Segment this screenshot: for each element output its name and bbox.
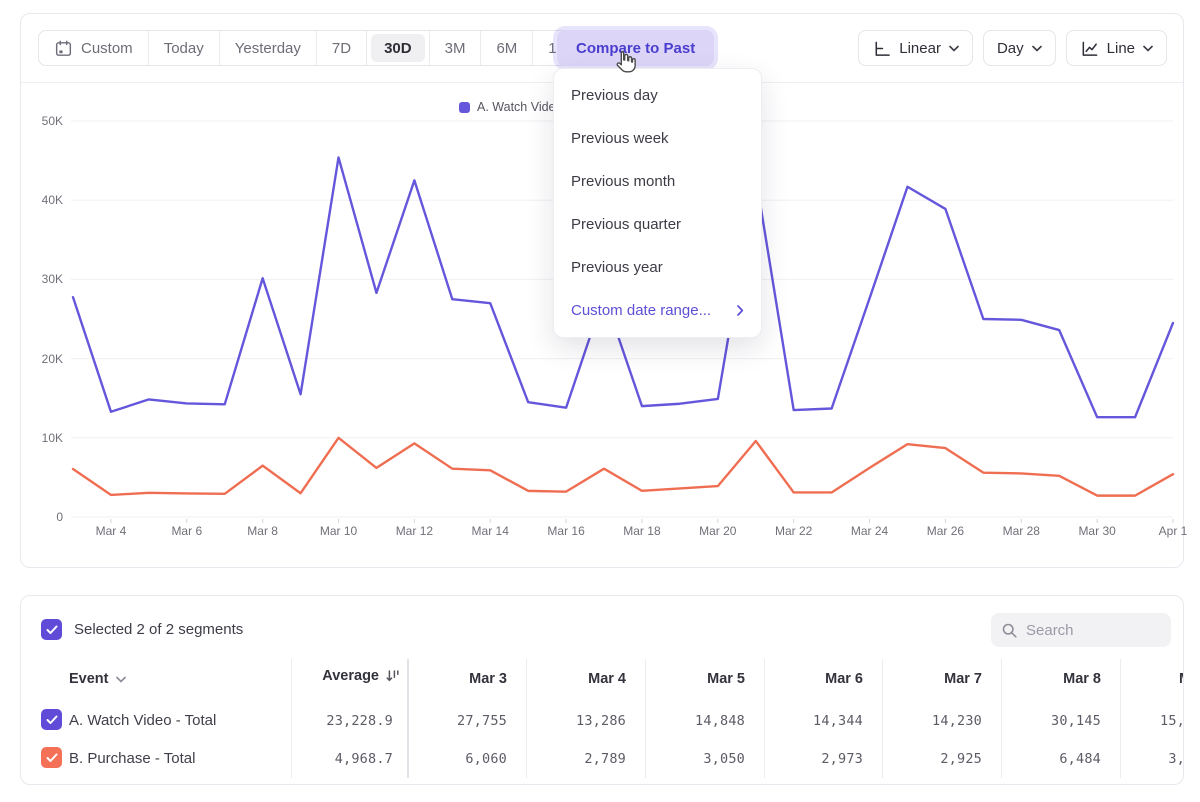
cell-value: 2,973 — [753, 751, 863, 767]
segments-panel: Selected 2 of 2 segments Event Average Mar… — [20, 595, 1184, 785]
date-column-header: Mar 4 — [516, 671, 626, 689]
event-column-header[interactable]: Event — [69, 671, 126, 687]
search-icon — [1001, 622, 1018, 639]
x-axis-tick-label: Mar 20 — [690, 524, 746, 538]
cell-value: 30,145 — [991, 713, 1101, 729]
check-icon — [46, 715, 58, 725]
x-axis-tick-label: Mar 26 — [917, 524, 973, 538]
cell-value-clipped: 15, — [1121, 713, 1184, 729]
date-column-header: Mar 6 — [753, 671, 863, 689]
x-axis-tick-label: Mar 14 — [462, 524, 518, 538]
chevron-down-icon — [116, 676, 126, 683]
menu-item-previous-day[interactable]: Previous day — [554, 74, 761, 117]
average-value: 23,228.9 — [253, 713, 393, 729]
x-axis-tick-label: Mar 12 — [386, 524, 442, 538]
x-axis-tick-label: Mar 16 — [538, 524, 594, 538]
cell-value: 14,848 — [635, 713, 745, 729]
y-axis-tick-label: 0 — [21, 509, 63, 525]
y-axis-tick-label: 30K — [21, 271, 63, 287]
chevron-right-icon — [737, 305, 744, 316]
legend-swatch — [459, 102, 470, 113]
x-axis-tick-label: Mar 22 — [766, 524, 822, 538]
menu-item-previous-month[interactable]: Previous month — [554, 160, 761, 203]
select-all-row: Selected 2 of 2 segments — [41, 619, 243, 640]
y-axis-tick-label: 10K — [21, 430, 63, 446]
x-axis-tick-label: Apr 1 — [1145, 524, 1200, 538]
segment-checkbox[interactable] — [41, 747, 62, 768]
x-axis-tick-label: Mar 28 — [993, 524, 1049, 538]
select-all-checkbox[interactable] — [41, 619, 62, 640]
check-icon — [46, 625, 58, 635]
x-axis-tick-label: Mar 10 — [311, 524, 367, 538]
cell-value: 3,050 — [635, 751, 745, 767]
x-axis-tick-label: Mar 24 — [842, 524, 898, 538]
cell-value: 6,060 — [397, 751, 507, 767]
cell-value: 13,286 — [516, 713, 626, 729]
search-input[interactable] — [1026, 622, 1156, 639]
average-column-header[interactable]: Average — [261, 668, 401, 684]
cell-value: 6,484 — [991, 751, 1101, 767]
segment-checkbox[interactable] — [41, 709, 62, 730]
selected-summary: Selected 2 of 2 segments — [74, 621, 243, 638]
x-axis-tick-label: Mar 6 — [159, 524, 215, 538]
compare-to-past-menu: Previous dayPrevious weekPrevious monthP… — [553, 68, 762, 338]
date-column-header: Mar 7 — [872, 671, 982, 689]
search-box — [991, 613, 1171, 647]
cell-value-clipped: 3, — [1121, 751, 1184, 767]
check-icon — [46, 753, 58, 763]
y-axis-tick-label: 50K — [21, 113, 63, 129]
menu-item-label: Custom date range... — [571, 302, 711, 319]
y-axis-tick-label: 20K — [21, 351, 63, 367]
average-header-label: Average — [322, 668, 379, 684]
x-axis-tick-label: Mar 18 — [614, 524, 670, 538]
menu-item-custom-date-range[interactable]: Custom date range... — [554, 289, 761, 332]
cell-value: 27,755 — [397, 713, 507, 729]
cell-value: 2,789 — [516, 751, 626, 767]
date-column-header: Mar 5 — [635, 671, 745, 689]
cell-value: 2,925 — [872, 751, 982, 767]
menu-item-previous-week[interactable]: Previous week — [554, 117, 761, 160]
date-column-header-clipped: M — [1179, 671, 1184, 689]
date-column-header: Mar 8 — [991, 671, 1101, 689]
segment-label: B. Purchase - Total — [69, 750, 195, 767]
insights-report: CustomTodayYesterday7D30D3M6M12M Compare… — [0, 0, 1200, 802]
y-axis-tick-label: 40K — [21, 192, 63, 208]
series-line — [73, 438, 1173, 496]
event-header-label: Event — [69, 671, 109, 687]
x-axis-tick-label: Mar 4 — [83, 524, 139, 538]
menu-item-previous-quarter[interactable]: Previous quarter — [554, 203, 761, 246]
cell-value: 14,230 — [872, 713, 982, 729]
menu-item-previous-year[interactable]: Previous year — [554, 246, 761, 289]
x-axis-tick-label: Mar 8 — [235, 524, 291, 538]
segment-label: A. Watch Video - Total — [69, 712, 216, 729]
average-value: 4,968.7 — [253, 751, 393, 767]
date-column-header: Mar 3 — [397, 671, 507, 689]
x-axis-tick-label: Mar 30 — [1069, 524, 1125, 538]
cell-value: 14,344 — [753, 713, 863, 729]
